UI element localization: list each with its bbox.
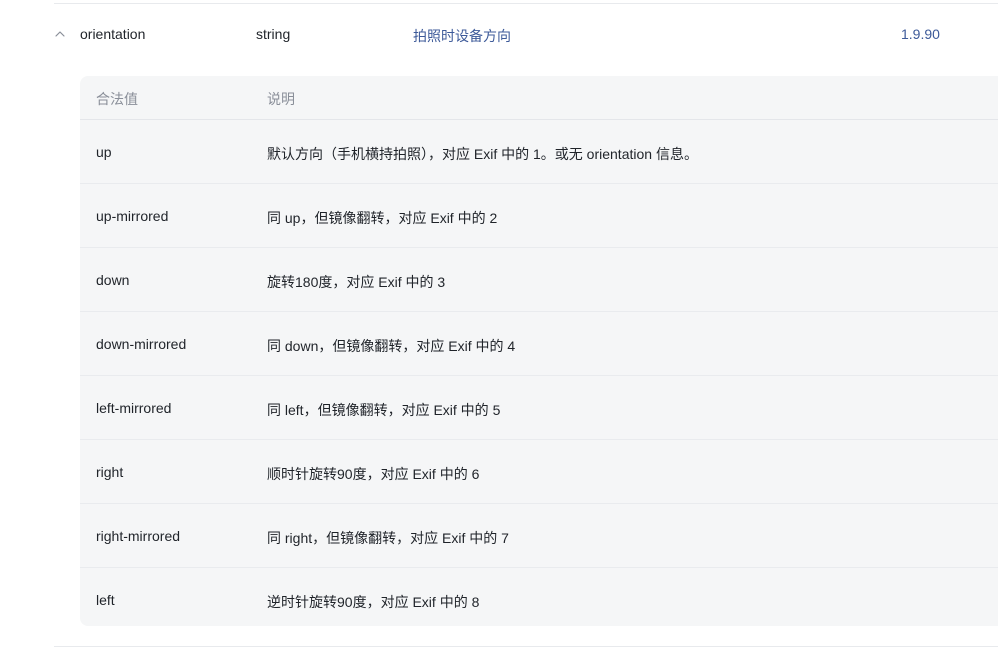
param-description: 拍照时设备方向 — [413, 28, 511, 44]
row-value: down-mirrored — [96, 336, 187, 352]
table-row: left 逆时针旋转90度，对应 Exif 中的 8 — [80, 568, 998, 626]
table-row: up-mirrored 同 up，但镜像翻转，对应 Exif 中的 2 — [80, 184, 998, 248]
row-description: 同 right，但镜像翻转，对应 Exif 中的 7 — [267, 530, 509, 546]
row-value: right — [96, 464, 124, 480]
table-row: right-mirrored 同 right，但镜像翻转，对应 Exif 中的 … — [80, 504, 998, 568]
row-description: 同 up，但镜像翻转，对应 Exif 中的 2 — [267, 210, 498, 226]
row-value: up — [96, 144, 112, 160]
table-row: left-mirrored 同 left，但镜像翻转，对应 Exif 中的 5 — [80, 376, 998, 440]
row-value: down — [96, 272, 130, 288]
table-row: up 默认方向（手机横持拍照），对应 Exif 中的 1。或无 orientat… — [80, 120, 998, 184]
row-value: left — [96, 592, 115, 608]
row-value: up-mirrored — [96, 208, 169, 224]
row-description: 同 down，但镜像翻转，对应 Exif 中的 4 — [267, 338, 516, 354]
param-row-orientation: orientation string 拍照时设备方向 1.9.90 — [0, 14, 998, 56]
param-type: string — [256, 26, 291, 42]
row-value: right-mirrored — [96, 528, 181, 544]
row-description: 逆时针旋转90度，对应 Exif 中的 8 — [267, 594, 480, 610]
row-description: 旋转180度，对应 Exif 中的 3 — [267, 274, 446, 290]
table-header: 合法值 说明 — [80, 76, 998, 120]
table-row: down-mirrored 同 down，但镜像翻转，对应 Exif 中的 4 — [80, 312, 998, 376]
row-description: 默认方向（手机横持拍照），对应 Exif 中的 1。或无 orientation… — [267, 146, 698, 162]
chevron-up-icon[interactable] — [53, 27, 67, 41]
param-name: orientation — [80, 26, 146, 42]
row-description: 顺时针旋转90度，对应 Exif 中的 6 — [267, 466, 480, 482]
table-row: right 顺时针旋转90度，对应 Exif 中的 6 — [80, 440, 998, 504]
divider-bottom — [54, 646, 998, 647]
row-description: 同 left，但镜像翻转，对应 Exif 中的 5 — [267, 402, 501, 418]
param-version: 1.9.90 — [901, 26, 940, 42]
header-value: 合法值 — [96, 91, 138, 107]
values-table: 合法值 说明 up 默认方向（手机横持拍照），对应 Exif 中的 1。或无 o… — [80, 76, 998, 626]
header-description: 说明 — [267, 91, 295, 107]
table-row: down 旋转180度，对应 Exif 中的 3 — [80, 248, 998, 312]
divider-top — [54, 3, 998, 4]
api-param-page: orientation string 拍照时设备方向 1.9.90 合法值 说明… — [0, 0, 998, 650]
row-value: left-mirrored — [96, 400, 172, 416]
